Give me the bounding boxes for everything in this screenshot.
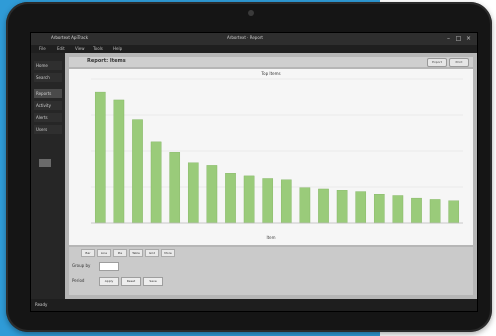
chart-bar[interactable] bbox=[243, 175, 255, 224]
chart-bar[interactable] bbox=[150, 141, 162, 224]
menubar: File Edit View Tools Help bbox=[31, 45, 477, 53]
chart-bar[interactable] bbox=[262, 178, 274, 224]
chart-bar[interactable] bbox=[206, 165, 218, 224]
chart-bar[interactable] bbox=[113, 99, 125, 224]
close-icon[interactable]: × bbox=[465, 35, 472, 42]
reset-button[interactable]: Reset bbox=[121, 277, 141, 286]
tab-pie[interactable]: Pie bbox=[113, 249, 127, 257]
sidebar-item-label: Home bbox=[36, 63, 48, 68]
chart-bar[interactable] bbox=[318, 188, 329, 224]
menu-view[interactable]: View bbox=[75, 46, 85, 51]
chart-bar[interactable] bbox=[411, 197, 422, 224]
sidebar-item-activity[interactable]: Activity bbox=[34, 101, 62, 110]
chart-bar[interactable] bbox=[94, 91, 106, 224]
menu-edit[interactable]: Edit bbox=[57, 46, 65, 51]
window-titlebar: Arbortext ApiTrack Arbortext · Report – … bbox=[31, 33, 477, 45]
camera-icon bbox=[248, 10, 254, 16]
sidebar-toggle-button[interactable] bbox=[39, 159, 51, 167]
chart-bar[interactable] bbox=[299, 187, 311, 224]
menu-tools[interactable]: Tools bbox=[93, 46, 103, 51]
statusbar: Ready bbox=[31, 299, 477, 311]
tab-bar[interactable]: Bar bbox=[81, 249, 95, 257]
tab-line[interactable]: Line bbox=[97, 249, 111, 257]
chart-bar[interactable] bbox=[169, 152, 181, 224]
menu-file[interactable]: File bbox=[39, 46, 46, 51]
apply-button[interactable]: Apply bbox=[99, 277, 119, 286]
menu-help[interactable]: Help bbox=[113, 46, 122, 51]
print-button[interactable]: Print bbox=[449, 58, 469, 67]
tab-grid[interactable]: Grid bbox=[145, 249, 159, 257]
group-by-label: Group by bbox=[72, 263, 91, 268]
report-header: Report: Items Export Print bbox=[69, 57, 473, 67]
app-title: Arbortext ApiTrack bbox=[51, 35, 89, 40]
window-title: Arbortext · Report bbox=[227, 35, 263, 40]
maximize-icon[interactable]: □ bbox=[455, 35, 462, 42]
chart-options-panel: Bar Line Pie Table Grid More Group by Pe… bbox=[69, 247, 473, 295]
x-axis-label: Item bbox=[266, 235, 276, 240]
sidebar-item-label: Reports bbox=[36, 91, 52, 96]
sidebar: Home Search Reports Activity Alerts User… bbox=[31, 53, 65, 299]
tab-more[interactable]: More bbox=[161, 249, 175, 257]
export-button[interactable]: Export bbox=[427, 58, 447, 67]
bar-chart bbox=[91, 78, 463, 224]
sidebar-item-alerts[interactable]: Alerts bbox=[34, 113, 62, 122]
chart-bar[interactable] bbox=[392, 195, 404, 224]
chart-bar[interactable] bbox=[132, 119, 143, 224]
chart-bar[interactable] bbox=[225, 173, 236, 224]
minimize-icon[interactable]: – bbox=[445, 35, 452, 42]
sidebar-item-label: Alerts bbox=[36, 115, 48, 120]
chart-bar[interactable] bbox=[280, 179, 292, 224]
sidebar-item-label: Search bbox=[36, 75, 50, 80]
chart-panel: Top Items Item bbox=[69, 69, 473, 245]
chart-bar[interactable] bbox=[187, 162, 199, 224]
chart-bar[interactable] bbox=[448, 200, 460, 224]
tab-table[interactable]: Table bbox=[129, 249, 143, 257]
chart-bar[interactable] bbox=[336, 190, 348, 224]
sidebar-item-users[interactable]: Users bbox=[34, 125, 62, 134]
chart-bar[interactable] bbox=[429, 199, 441, 224]
sidebar-item-search[interactable]: Search bbox=[34, 73, 62, 82]
chart-bar[interactable] bbox=[355, 191, 367, 224]
main-panel: Report: Items Export Print Top Items Ite… bbox=[65, 53, 477, 299]
screen: Arbortext ApiTrack Arbortext · Report – … bbox=[30, 32, 478, 312]
chart-bar[interactable] bbox=[373, 193, 385, 224]
tablet-frame: Arbortext ApiTrack Arbortext · Report – … bbox=[6, 2, 492, 332]
page-title: Report: Items bbox=[87, 58, 126, 64]
period-label: Period bbox=[72, 278, 85, 283]
group-by-select[interactable] bbox=[99, 262, 119, 271]
sidebar-item-label: Activity bbox=[36, 103, 51, 108]
sidebar-item-reports[interactable]: Reports bbox=[34, 89, 62, 98]
save-button[interactable]: Save bbox=[143, 277, 163, 286]
sidebar-item-home[interactable]: Home bbox=[34, 61, 62, 70]
status-text: Ready bbox=[35, 302, 48, 307]
sidebar-item-label: Users bbox=[36, 127, 48, 132]
